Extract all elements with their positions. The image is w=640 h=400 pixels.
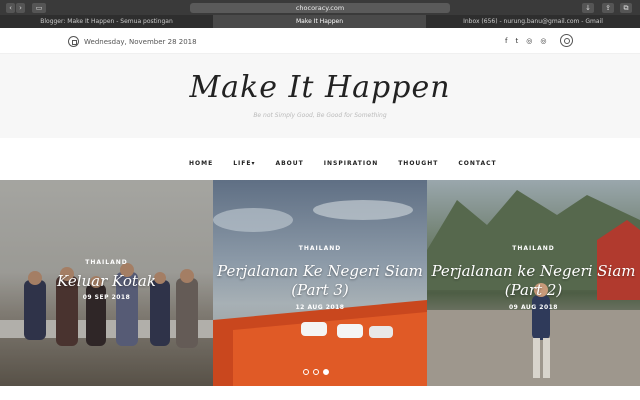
nav-item-life[interactable]: LIFE▾ <box>233 160 255 167</box>
download-icon[interactable]: ↓ <box>582 3 594 13</box>
slider-pagination <box>303 369 329 375</box>
forward-icon[interactable]: › <box>16 3 25 13</box>
social-links: f t ◎ ◎ <box>505 37 546 45</box>
page-bottom <box>0 386 640 400</box>
address-bar[interactable]: chocoracy.com <box>190 3 450 13</box>
share-icon[interactable]: ⇪ <box>602 3 614 13</box>
nav-item-contact[interactable]: CONTACT <box>458 160 496 167</box>
search-icon[interactable] <box>560 34 573 47</box>
site-title[interactable]: Make It Happen <box>0 70 640 105</box>
top-bar: Wednesday, November 28 2018 f t ◎ ◎ <box>0 28 640 54</box>
slide-negeri-siam-2[interactable]: THAILAND Perjalanan ke Negeri Siam (Part… <box>427 180 640 386</box>
featured-slider: Keluar Kotak 09 SEP 2018 THAILAND THAILA… <box>0 180 640 386</box>
nav-item-home[interactable]: HOME <box>189 160 213 167</box>
slide-date: 09 AUG 2018 <box>509 304 558 311</box>
slide-keluar-kotak[interactable]: Keluar Kotak 09 SEP 2018 THAILAND <box>0 180 213 386</box>
slider-dot-2[interactable] <box>313 369 319 375</box>
slide-title[interactable]: Perjalanan ke Negeri Siam (Part 2) <box>427 262 640 300</box>
facebook-icon[interactable]: f <box>505 37 507 45</box>
twitter-icon[interactable]: t <box>515 37 518 45</box>
instagram-icon[interactable]: ◎ <box>526 37 532 45</box>
slide-category[interactable]: THAILAND <box>213 245 427 252</box>
slide-date: 09 SEP 2018 <box>82 294 131 301</box>
calendar-icon <box>68 36 79 47</box>
browser-chrome: ‹ › ▭ chocoracy.com ↓ ⇪ ⧉ Blogger: Make … <box>0 0 640 28</box>
tab-blogger[interactable]: Blogger: Make It Happen - Semua postinga… <box>0 15 213 28</box>
slider-dot-1[interactable] <box>303 369 309 375</box>
back-icon[interactable]: ‹ <box>6 3 15 13</box>
tabs-icon[interactable]: ⧉ <box>620 3 632 13</box>
slide-title[interactable]: Perjalanan Ke Negeri Siam (Part 3) <box>213 262 427 300</box>
tab-strip: Blogger: Make It Happen - Semua postinga… <box>0 15 640 28</box>
slide-negeri-siam-3[interactable]: THAILAND Perjalanan Ke Negeri Siam (Part… <box>213 180 427 386</box>
site-header: Make It Happen Be not Simply Good, Be Go… <box>0 54 640 138</box>
pinterest-icon[interactable]: ◎ <box>540 37 546 45</box>
slider-dot-3[interactable] <box>323 369 329 375</box>
nav-item-inspiration[interactable]: INSPIRATION <box>324 160 378 167</box>
nav-item-about[interactable]: ABOUT <box>275 160 303 167</box>
slide-category[interactable]: THAILAND <box>427 245 640 252</box>
slide-title[interactable]: Keluar Kotak <box>0 272 213 291</box>
main-nav: HOME LIFE▾ ABOUT INSPIRATION THOUGHT CON… <box>0 138 640 180</box>
site-tagline: Be not Simply Good, Be Good for Somethin… <box>253 112 387 119</box>
slide-category[interactable]: THAILAND <box>0 259 213 266</box>
nav-item-thought[interactable]: THOUGHT <box>398 160 438 167</box>
date-text: Wednesday, November 28 2018 <box>84 37 197 46</box>
tab-gmail[interactable]: Inbox (656) - nurung.banu@gmail.com - Gm… <box>426 15 640 28</box>
sidebar-icon[interactable]: ▭ <box>32 3 46 13</box>
slide-date: 12 AUG 2018 <box>295 304 345 311</box>
tab-make-it-happen[interactable]: Make It Happen <box>213 15 426 28</box>
date-display: Wednesday, November 28 2018 <box>68 36 197 47</box>
